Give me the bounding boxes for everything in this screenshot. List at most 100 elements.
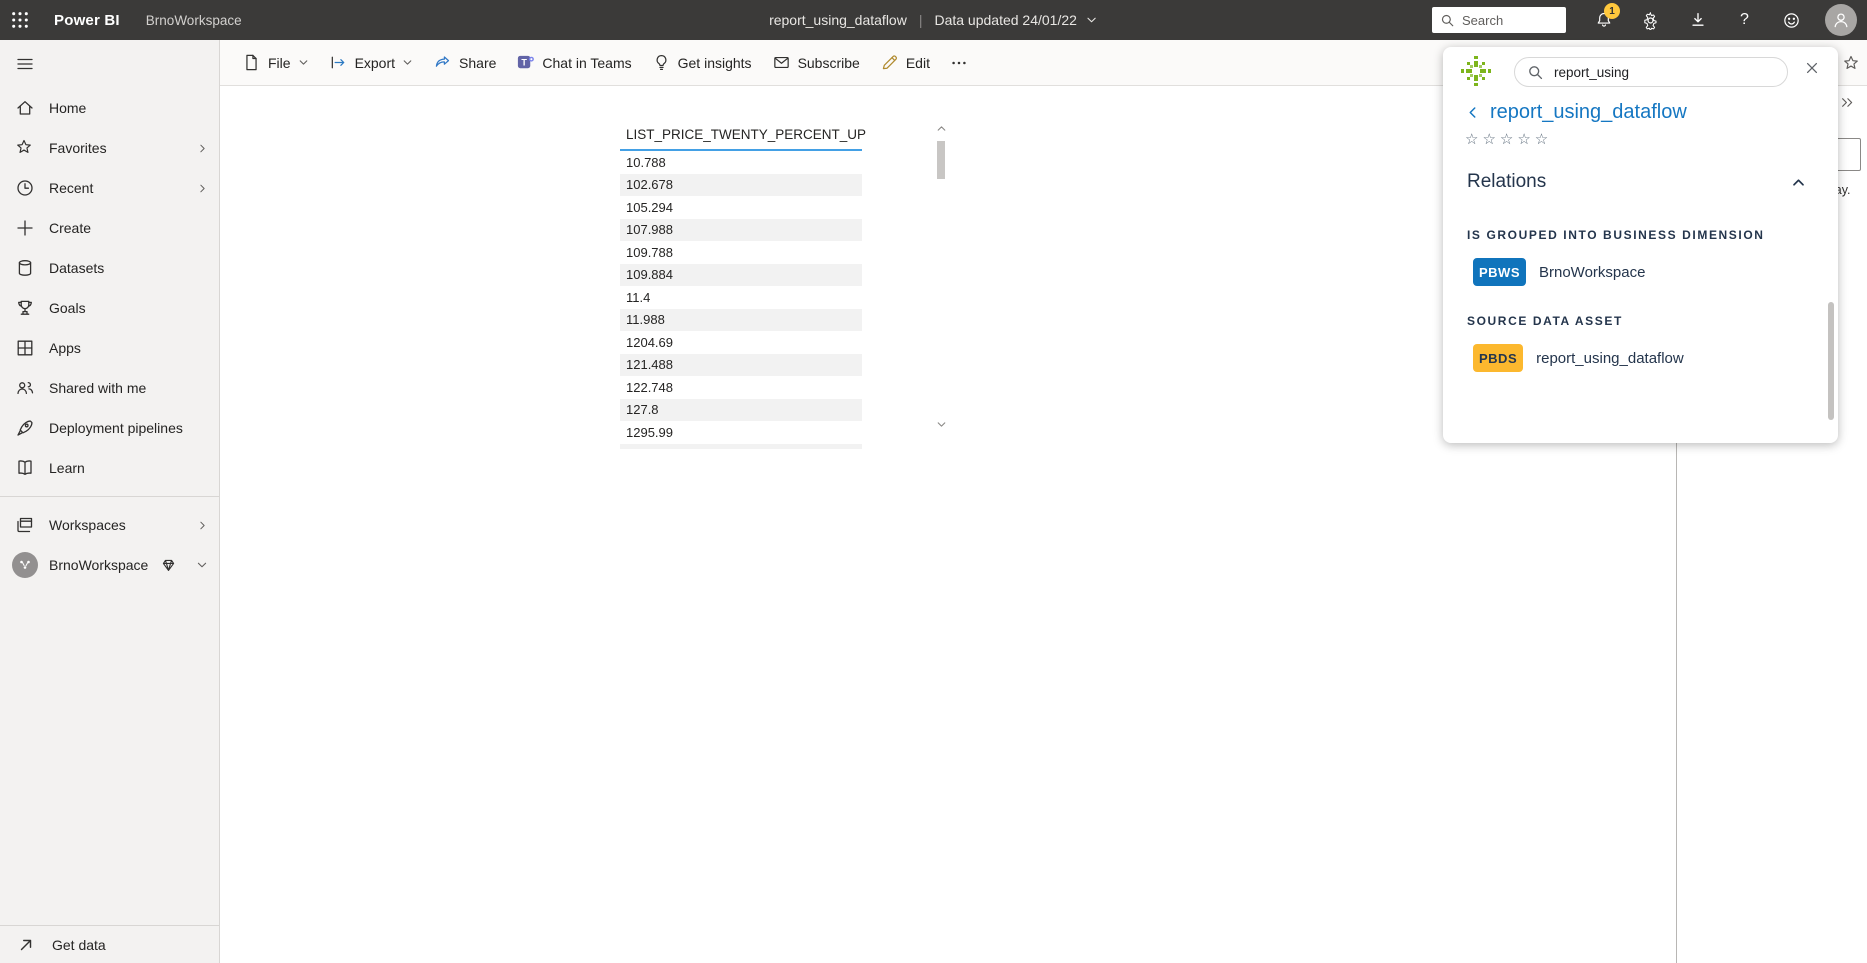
sidebar-item-apps[interactable]: Apps (0, 328, 219, 368)
share-button[interactable]: Share (423, 47, 506, 79)
table-row[interactable]: 105.294 (620, 196, 862, 219)
extension-search-input[interactable] (1554, 65, 1775, 80)
table-row[interactable]: 121.488 (620, 354, 862, 377)
feedback-button[interactable] (1768, 0, 1815, 40)
power-bi-app: Power BI BrnoWorkspace report_using_data… (0, 0, 1867, 963)
database-icon (15, 258, 35, 278)
plus-icon (15, 218, 35, 238)
sidebar-item-goals[interactable]: Goals (0, 288, 219, 328)
get-data-button[interactable]: Get data (0, 926, 219, 963)
data-updated-label[interactable]: Data updated 24/01/22 (934, 12, 1076, 28)
extension-logo-icon (1459, 54, 1493, 88)
subscribe-button[interactable]: Subscribe (762, 47, 870, 79)
table-row[interactable]: 11.4 (620, 286, 862, 309)
sidebar-item-current-workspace[interactable]: BrnoWorkspace (0, 545, 219, 585)
back-chevron-icon[interactable] (1465, 105, 1480, 120)
topbar-workspace-name[interactable]: BrnoWorkspace (146, 13, 242, 28)
chat-in-teams-button[interactable]: T Chat in Teams (506, 47, 641, 79)
relation-name[interactable]: BrnoWorkspace (1539, 264, 1645, 281)
book-icon (15, 458, 35, 478)
sidebar-collapse-button[interactable] (0, 40, 219, 88)
relations-section-title: Relations (1467, 171, 1546, 193)
export-icon (329, 53, 348, 72)
search-icon (1440, 13, 1455, 28)
table-row[interactable]: 102.678 (620, 174, 862, 197)
sidebar-item-deployment-pipelines[interactable]: Deployment pipelines (0, 408, 219, 448)
scroll-down-icon[interactable] (933, 419, 949, 433)
sidebar-item-favorites[interactable]: Favorites (0, 128, 219, 168)
avatar (1825, 4, 1857, 36)
table-column-header[interactable]: LIST_PRICE_TWENTY_PERCENT_UP (620, 120, 862, 151)
sidebar-item-label: Datasets (49, 260, 104, 276)
sidebar-item-label: Apps (49, 340, 81, 356)
table-row[interactable]: 127.8 (620, 399, 862, 422)
asset-title-link[interactable]: report_using_dataflow (1490, 101, 1687, 124)
report-title[interactable]: report_using_dataflow (769, 12, 907, 28)
export-menu-button[interactable]: Export (319, 47, 423, 79)
sidebar-item-shared-with-me[interactable]: Shared with me (0, 368, 219, 408)
ellipsis-icon (950, 54, 968, 72)
table-row[interactable]: 122.748 (620, 376, 862, 399)
chevron-right-icon[interactable] (197, 183, 208, 194)
download-icon (1689, 11, 1707, 29)
sidebar-item-learn[interactable]: Learn (0, 448, 219, 488)
help-button[interactable]: ? (1721, 0, 1768, 40)
table-row[interactable]: 109.884 (620, 264, 862, 287)
sidebar-item-label: BrnoWorkspace (49, 557, 148, 573)
sidebar-item-workspaces[interactable]: Workspaces (0, 505, 219, 545)
relation-item[interactable]: PBDS report_using_dataflow (1473, 344, 1684, 372)
table-row[interactable]: 11.988 (620, 309, 862, 332)
table-row[interactable]: 1295.99 (620, 421, 862, 444)
sidebar-item-label: Home (49, 100, 86, 116)
chevron-right-icon[interactable] (197, 143, 208, 154)
double-chevron-right-icon[interactable] (1840, 95, 1855, 110)
rocket-icon (15, 418, 35, 438)
settings-button[interactable] (1627, 0, 1674, 40)
scroll-up-icon[interactable] (933, 123, 949, 137)
extension-search-box[interactable] (1514, 57, 1788, 87)
teams-icon: T (516, 53, 535, 72)
chevron-right-icon[interactable] (197, 520, 208, 531)
sidebar-item-home[interactable]: Home (0, 88, 219, 128)
chevron-down-icon[interactable] (1086, 14, 1098, 26)
share-icon (433, 53, 452, 72)
chevron-down-icon[interactable] (196, 559, 208, 571)
relation-name[interactable]: report_using_dataflow (1536, 350, 1684, 367)
search-icon (1527, 64, 1544, 81)
global-search-input[interactable] (1462, 13, 1558, 28)
global-search-box[interactable] (1432, 7, 1566, 33)
table-row[interactable]: 107.988 (620, 219, 862, 242)
favorite-report-star-icon[interactable] (1842, 54, 1860, 72)
relation-item[interactable]: PBWS BrnoWorkspace (1473, 258, 1645, 286)
sidebar-item-label: Shared with me (49, 380, 146, 396)
table-row[interactable]: 109.788 (620, 241, 862, 264)
panel-scrollbar-thumb[interactable] (1828, 302, 1834, 420)
table-row[interactable]: 10.788 (620, 151, 862, 174)
rating-stars[interactable]: ☆☆☆☆☆ (1465, 130, 1552, 148)
get-insights-button[interactable]: Get insights (642, 47, 762, 79)
file-menu-button[interactable]: File (232, 47, 319, 79)
app-launcher-button[interactable] (0, 0, 40, 40)
scrollbar-thumb[interactable] (937, 141, 945, 179)
workspace-avatar (12, 552, 38, 578)
edit-button[interactable]: Edit (870, 47, 940, 79)
download-button[interactable] (1674, 0, 1721, 40)
more-options-button[interactable] (940, 47, 978, 79)
waffle-icon (11, 11, 29, 29)
clock-icon (15, 178, 35, 198)
topbar: Power BI BrnoWorkspace report_using_data… (0, 0, 1867, 40)
arrow-up-right-icon (17, 936, 35, 954)
table-scrollbar[interactable] (933, 123, 949, 433)
close-icon[interactable] (1804, 60, 1824, 80)
powerbi-logo[interactable]: Power BI (54, 12, 120, 29)
account-button[interactable] (1815, 0, 1867, 40)
sidebar-item-datasets[interactable]: Datasets (0, 248, 219, 288)
notifications-button[interactable]: 1 (1580, 0, 1627, 40)
star-icon (15, 138, 35, 158)
asset-type-badge: PBWS (1473, 258, 1526, 286)
table-row[interactable]: 1204.69 (620, 331, 862, 354)
sidebar-item-create[interactable]: Create (0, 208, 219, 248)
sidebar-item-recent[interactable]: Recent (0, 168, 219, 208)
collapse-section-icon[interactable] (1791, 175, 1806, 190)
sidebar-item-label: Create (49, 220, 91, 236)
